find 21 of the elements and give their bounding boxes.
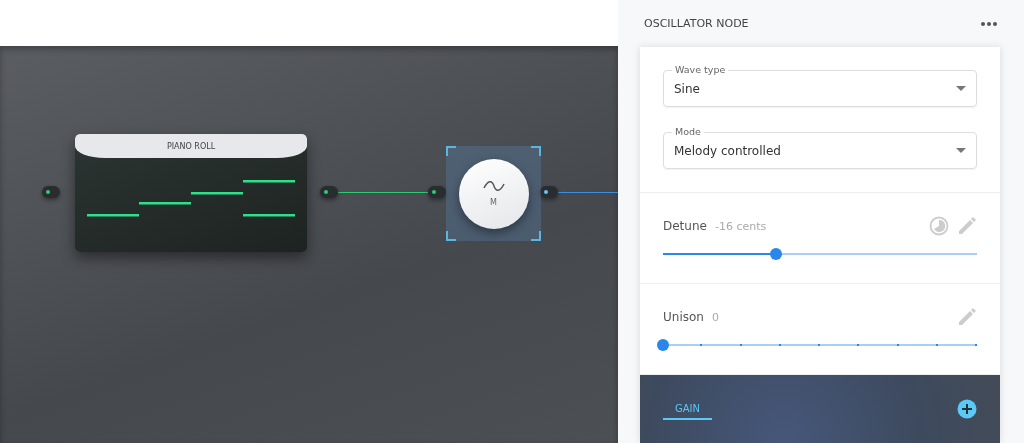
port[interactable] (320, 186, 338, 198)
node-label: M (490, 198, 497, 207)
slider-label: Unison (663, 310, 704, 324)
sine-wave-icon (482, 180, 505, 192)
slider-thumb[interactable] (657, 339, 669, 351)
node-title: PIANO ROLL (166, 141, 216, 151)
slider-reading: 0 (711, 310, 719, 324)
port[interactable] (428, 186, 446, 198)
tab[interactable]: GAIN (663, 398, 713, 420)
slider-label: Detune (663, 219, 707, 233)
slider-reading: -16 cents (714, 219, 767, 233)
port[interactable] (540, 186, 558, 198)
oscillator-node[interactable]: M (446, 146, 541, 241)
caret-icon (956, 86, 966, 91)
panel-title: OSCILLATOR NODE (644, 17, 749, 30)
more-icon[interactable] (980, 20, 998, 27)
port[interactable] (42, 186, 60, 198)
piano-roll-node[interactable]: PIANO ROLL (75, 134, 307, 252)
slider-thumb[interactable] (770, 248, 783, 260)
add-icon[interactable] (957, 399, 977, 419)
caret-icon (956, 148, 966, 153)
